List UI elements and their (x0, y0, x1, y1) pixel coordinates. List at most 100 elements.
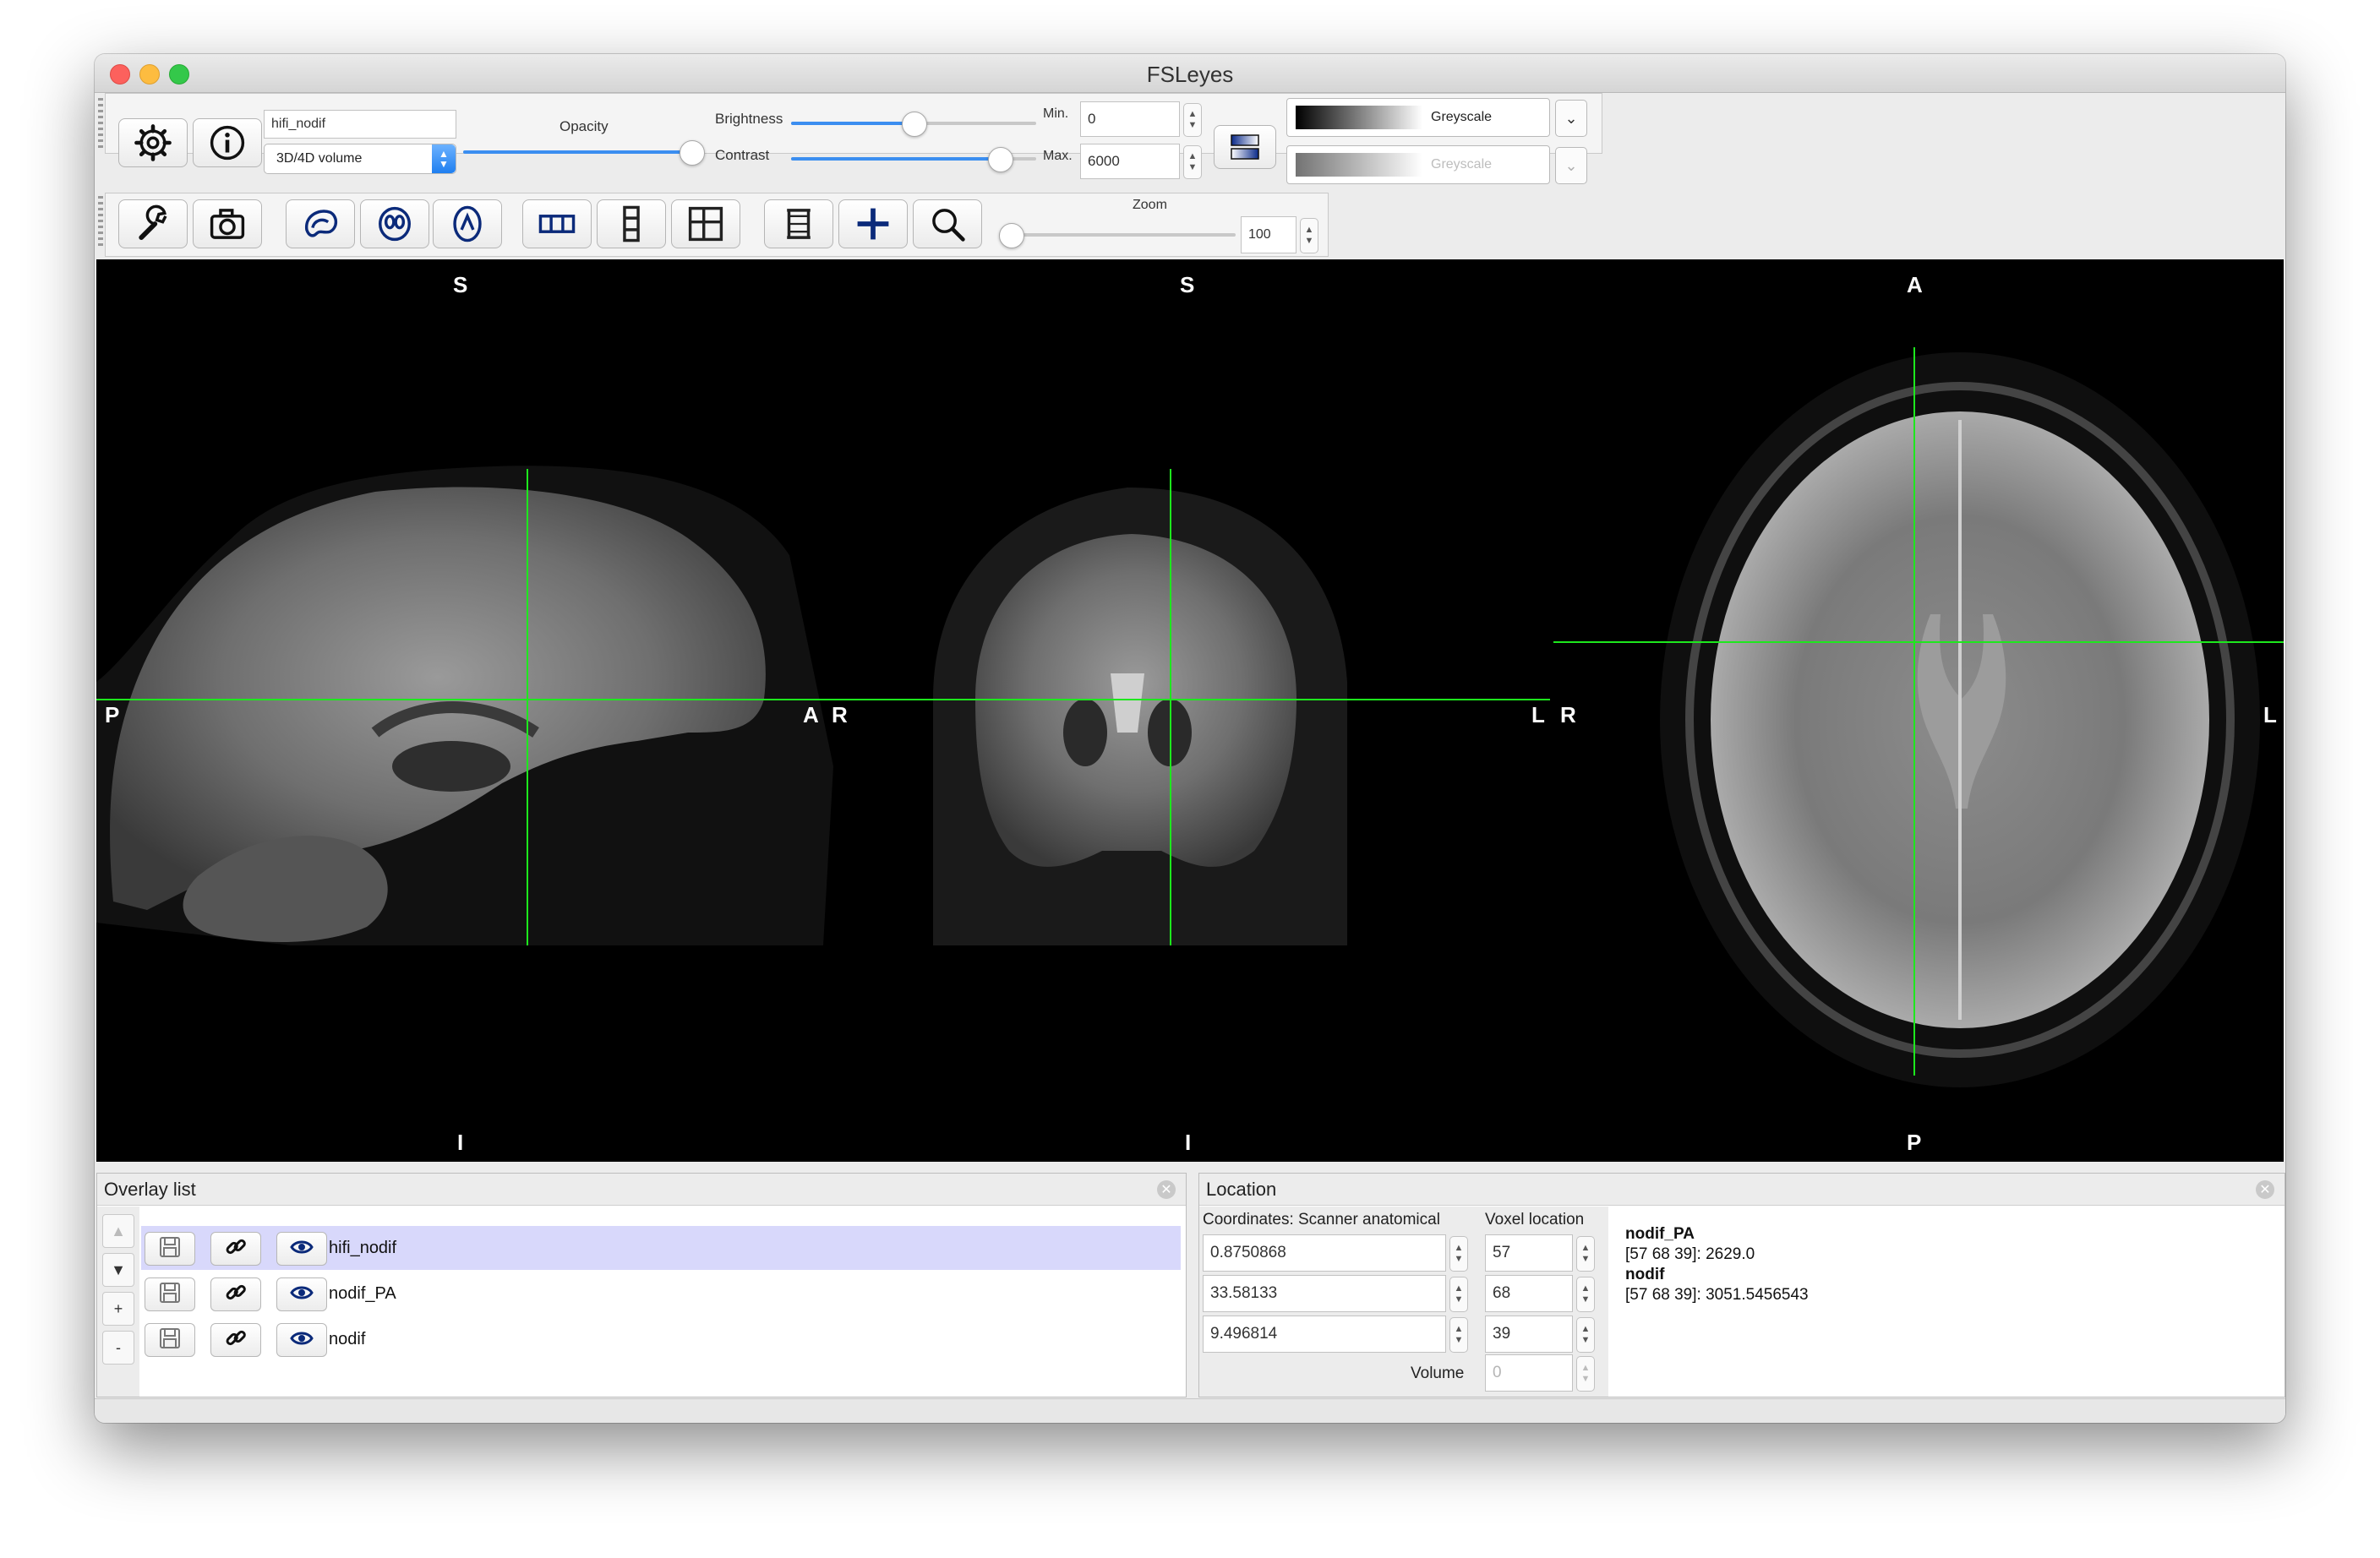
colormap-dropdown-button[interactable]: ⌄ (1555, 100, 1587, 137)
move-overlay-up-button[interactable]: ▲ (102, 1214, 134, 1248)
coordinate-x-field[interactable]: 0.8750868 (1203, 1234, 1446, 1272)
max-value-field[interactable]: 6000 (1080, 144, 1180, 179)
move-overlay-down-button[interactable]: ▼ (102, 1253, 134, 1287)
fsleyes-window: FSLeyes hifi_nodif 3D/4D volume ▲ ▼ Opaci… (95, 54, 2285, 1423)
invert-colormap-button[interactable] (1214, 125, 1276, 169)
toggle-visibility-button[interactable] (276, 1323, 327, 1357)
zoom-stepper[interactable]: ▲ ▼ (1300, 218, 1318, 253)
overlay-list-panel: Overlay list ✕ ▲ ▼ + - hifi_nodif nodif_P… (96, 1173, 1187, 1397)
toolbar-grip[interactable] (98, 98, 103, 149)
contrast-slider[interactable] (791, 147, 1036, 172)
close-icon[interactable]: ✕ (2256, 1180, 2274, 1199)
min-value-stepper[interactable]: ▲ ▼ (1183, 103, 1202, 137)
remove-overlay-button[interactable]: - (102, 1331, 134, 1365)
save-overlay-button[interactable] (145, 1232, 195, 1266)
overlay-list-item[interactable]: nodif_PA (141, 1272, 1181, 1316)
link-icon (223, 1234, 248, 1264)
toggle-visibility-button[interactable] (276, 1277, 327, 1311)
vertical-layout-button[interactable] (597, 199, 666, 248)
settings-button[interactable] (118, 118, 188, 167)
overlay-list-item[interactable]: nodif (141, 1317, 1181, 1361)
reset-zoom-button[interactable] (913, 199, 982, 248)
location-title: Location (1199, 1174, 2284, 1206)
horizontal-layout-icon (538, 215, 576, 233)
brightness-slider[interactable] (791, 112, 1036, 137)
voxel-z-stepper[interactable]: ▲ ▼ (1576, 1317, 1595, 1353)
zoom-slider-knob[interactable] (999, 223, 1024, 248)
window-title: FSLeyes (1146, 62, 1234, 87)
axial-slice (1660, 352, 2260, 1087)
axial-crosshair-horizontal (1553, 641, 2284, 643)
toggle-visibility-button[interactable] (276, 1232, 327, 1266)
horizontal-layout-button[interactable] (522, 199, 592, 248)
grid-layout-button[interactable] (671, 199, 740, 248)
sagittal-crosshair-vertical (527, 469, 528, 945)
coordinate-x-stepper[interactable]: ▲ ▼ (1449, 1236, 1468, 1272)
opacity-slider[interactable] (463, 140, 705, 166)
coordinates-label: Coordinates: Scanner anatomical (1203, 1211, 1440, 1228)
movie-mode-button[interactable] (764, 199, 833, 248)
coronal-bottom-label: I (1185, 1130, 1192, 1155)
eye-icon (289, 1234, 314, 1264)
toggle-axial-button[interactable] (433, 199, 502, 248)
screenshot-button[interactable] (193, 199, 262, 248)
brightness-slider-fill (791, 122, 914, 125)
link-overlay-button[interactable] (210, 1323, 261, 1357)
opacity-slider-fill (463, 150, 691, 154)
sagittal-bottom-label: I (457, 1130, 464, 1155)
info-overlay-name: nodif (1625, 1266, 1665, 1283)
info-overlay-value: [57 68 39]: 2629.0 (1625, 1245, 1755, 1263)
camera-icon (210, 209, 245, 239)
zoom-slider[interactable] (999, 223, 1236, 248)
max-label: Max. (1043, 149, 1073, 163)
close-icon[interactable]: ✕ (1157, 1180, 1176, 1199)
chevron-down-icon: ⌄ (1564, 109, 1578, 127)
save-overlay-button[interactable] (145, 1277, 195, 1311)
link-overlay-button[interactable] (210, 1277, 261, 1311)
voxel-x-field[interactable]: 57 (1485, 1234, 1573, 1272)
coordinate-z-stepper[interactable]: ▲ ▼ (1449, 1317, 1468, 1353)
toggle-cursor-button[interactable] (838, 199, 908, 248)
max-value-stepper[interactable]: ▲ ▼ (1183, 145, 1202, 179)
grid-layout-icon (688, 206, 723, 242)
cursor-toggle-icon (857, 208, 889, 240)
toggle-coronal-button[interactable] (360, 199, 429, 248)
min-value-field[interactable]: 0 (1080, 101, 1180, 137)
save-icon (157, 1280, 183, 1310)
axial-view-icon (453, 205, 482, 242)
coordinate-y-stepper[interactable]: ▲ ▼ (1449, 1277, 1468, 1312)
volume-label: Volume (1411, 1365, 1465, 1382)
save-icon (157, 1234, 183, 1264)
overlay-info-button[interactable] (193, 118, 262, 167)
zoom-value-field[interactable]: 100 (1241, 216, 1296, 253)
voxel-y-stepper[interactable]: ▲ ▼ (1576, 1277, 1595, 1312)
voxel-x-stepper[interactable]: ▲ ▼ (1576, 1236, 1595, 1272)
coordinate-z-field[interactable]: 9.496814 (1203, 1316, 1446, 1353)
contrast-slider-knob[interactable] (988, 147, 1013, 172)
colormap-select[interactable]: Greyscale (1286, 98, 1550, 137)
overlay-type-select[interactable]: 3D/4D volume ▲ ▼ (264, 144, 456, 174)
brightness-slider-knob[interactable] (902, 112, 927, 137)
contrast-slider-fill (791, 157, 1000, 161)
chevron-updown-icon: ▲ ▼ (432, 144, 456, 173)
gear-icon (134, 124, 172, 161)
colormap-preview (1296, 106, 1422, 129)
coronal-right-label: L (1531, 702, 1545, 727)
zoom-icon (932, 209, 965, 242)
link-icon (223, 1280, 248, 1310)
link-overlay-button[interactable] (210, 1232, 261, 1266)
axial-left-label: R (1560, 702, 1576, 727)
overlay-name-field[interactable]: hifi_nodif (264, 110, 456, 139)
toggle-sagittal-button[interactable] (286, 199, 355, 248)
ortho-view-canvas[interactable]: S I P A S I R L A P R L (96, 259, 2284, 1162)
toolbar-grip[interactable] (98, 196, 103, 247)
sagittal-slice (96, 466, 833, 945)
voxel-z-field[interactable]: 39 (1485, 1316, 1573, 1353)
coordinate-y-field[interactable]: 33.58133 (1203, 1275, 1446, 1312)
opacity-slider-knob[interactable] (680, 140, 705, 166)
voxel-y-field[interactable]: 68 (1485, 1275, 1573, 1312)
add-overlay-button[interactable]: + (102, 1292, 134, 1326)
overlay-list-item[interactable]: hifi_nodif (141, 1226, 1181, 1270)
save-overlay-button[interactable] (145, 1323, 195, 1357)
view-settings-button[interactable] (118, 199, 188, 248)
